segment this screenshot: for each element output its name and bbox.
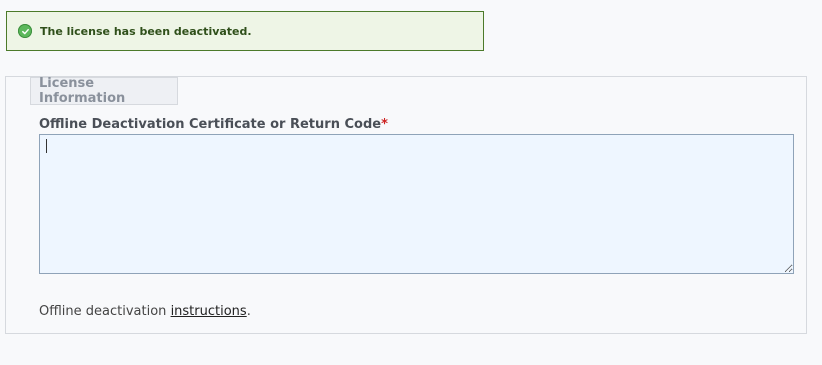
instructions-text: Offline deactivation instructions. bbox=[39, 304, 251, 319]
check-circle-icon bbox=[18, 24, 32, 38]
required-marker: * bbox=[381, 117, 388, 132]
section-legend: License Information bbox=[30, 76, 178, 106]
license-information-section: License Information Offline Deactivation… bbox=[5, 76, 807, 334]
certificate-label-text: Offline Deactivation Certificate or Retu… bbox=[39, 117, 382, 132]
instructions-link[interactable]: instructions bbox=[171, 304, 247, 319]
certificate-field-label: Offline Deactivation Certificate or Retu… bbox=[39, 117, 388, 132]
instructions-prefix: Offline deactivation bbox=[39, 304, 171, 319]
return-code-textarea[interactable] bbox=[39, 134, 794, 274]
instructions-suffix: . bbox=[246, 304, 251, 319]
alert-message: The license has been deactivated. bbox=[40, 24, 252, 38]
success-alert: The license has been deactivated. bbox=[6, 11, 484, 51]
text-cursor bbox=[46, 139, 47, 153]
